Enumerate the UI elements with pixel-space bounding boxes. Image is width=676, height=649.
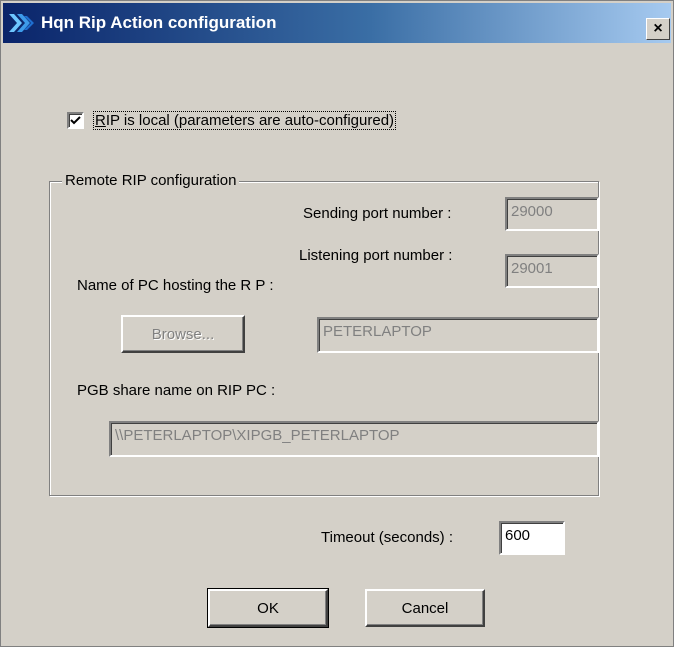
pc-name-label: Name of PC hosting the R P : — [77, 277, 274, 294]
share-name-label: PGB share name on RIP PC : — [77, 382, 276, 399]
remote-rip-group-title: Remote RIP configuration — [62, 172, 240, 189]
checkmark-icon — [70, 116, 81, 125]
cancel-button[interactable]: Cancel — [365, 589, 485, 627]
sending-port-label: Sending port number : — [303, 205, 452, 222]
dialog-window: Hqn Rip Action configuration × RIP is lo… — [0, 0, 674, 647]
timeout-field[interactable]: 600 — [499, 521, 565, 555]
listening-port-field[interactable]: 29001 — [505, 254, 599, 288]
title-bar[interactable]: Hqn Rip Action configuration — [3, 3, 671, 43]
timeout-label: Timeout (seconds) : — [321, 529, 453, 546]
rip-local-label-text: IP is local (parameters are auto-configu… — [105, 112, 395, 129]
close-button[interactable]: × — [646, 18, 670, 40]
window-title: Hqn Rip Action configuration — [41, 13, 277, 32]
browse-button[interactable]: Browse... — [121, 315, 245, 353]
ok-button[interactable]: OK — [207, 588, 329, 628]
sending-port-field[interactable]: 29000 — [505, 197, 599, 231]
listening-port-label: Listening port number : — [299, 247, 453, 264]
rip-local-label[interactable]: RIP is local (parameters are auto-config… — [93, 111, 397, 130]
rip-local-checkbox[interactable] — [67, 112, 84, 129]
rip-local-mnemonic: R — [95, 112, 106, 129]
hqn-app-icon — [7, 11, 35, 35]
pc-name-field[interactable]: PETERLAPTOP — [317, 317, 599, 353]
close-icon: × — [653, 20, 663, 37]
share-name-field[interactable]: \\PETERLAPTOP\XIPGB_PETERLAPTOP — [109, 421, 599, 457]
